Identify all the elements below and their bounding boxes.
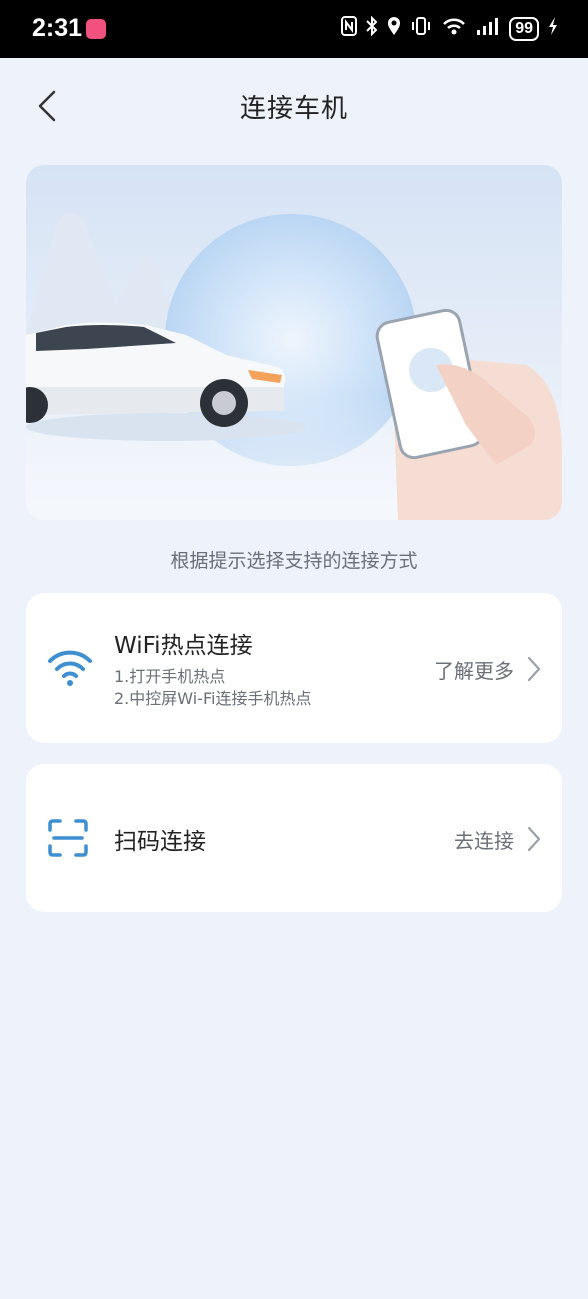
status-icons: 99 — [341, 15, 558, 43]
learn-more-link[interactable]: 了解更多 — [434, 655, 514, 684]
vibrate-icon — [410, 16, 432, 43]
wifi-step-2: 2.中控屏Wi-Fi连接手机热点 — [114, 689, 312, 708]
status-time: 2:31 — [32, 14, 83, 42]
hero-illustration — [26, 165, 562, 520]
location-icon — [387, 16, 401, 43]
connection-hint: 根据提示选择支持的连接方式 — [170, 550, 418, 572]
signal-icon — [476, 16, 500, 43]
scan-icon — [46, 818, 90, 862]
charging-icon — [548, 16, 558, 43]
qr-scan-option[interactable]: 扫码连接 去连接 — [26, 764, 562, 912]
status-bar: 2:31 99 — [0, 0, 588, 58]
wifi-hotspot-option[interactable]: WiFi热点连接 1.打开手机热点 2.中控屏Wi-Fi连接手机热点 了解更多 — [26, 593, 562, 743]
app-notification-icon — [86, 19, 106, 39]
wifi-icon — [46, 649, 94, 691]
bluetooth-icon — [366, 15, 378, 43]
go-connect-link[interactable]: 去连接 — [454, 825, 514, 854]
nfc-icon — [341, 15, 358, 43]
qr-option-title: 扫码连接 — [114, 829, 206, 855]
wifi-step-1: 1.打开手机热点 — [114, 667, 226, 686]
wifi-6-icon — [441, 16, 467, 43]
battery-icon: 99 — [509, 17, 539, 41]
chevron-right-icon — [526, 825, 542, 853]
wifi-option-title: WiFi热点连接 — [114, 633, 253, 659]
page-title: 连接车机 — [239, 94, 348, 124]
chevron-right-icon — [526, 655, 542, 683]
header: 连接车机 — [0, 58, 588, 158]
